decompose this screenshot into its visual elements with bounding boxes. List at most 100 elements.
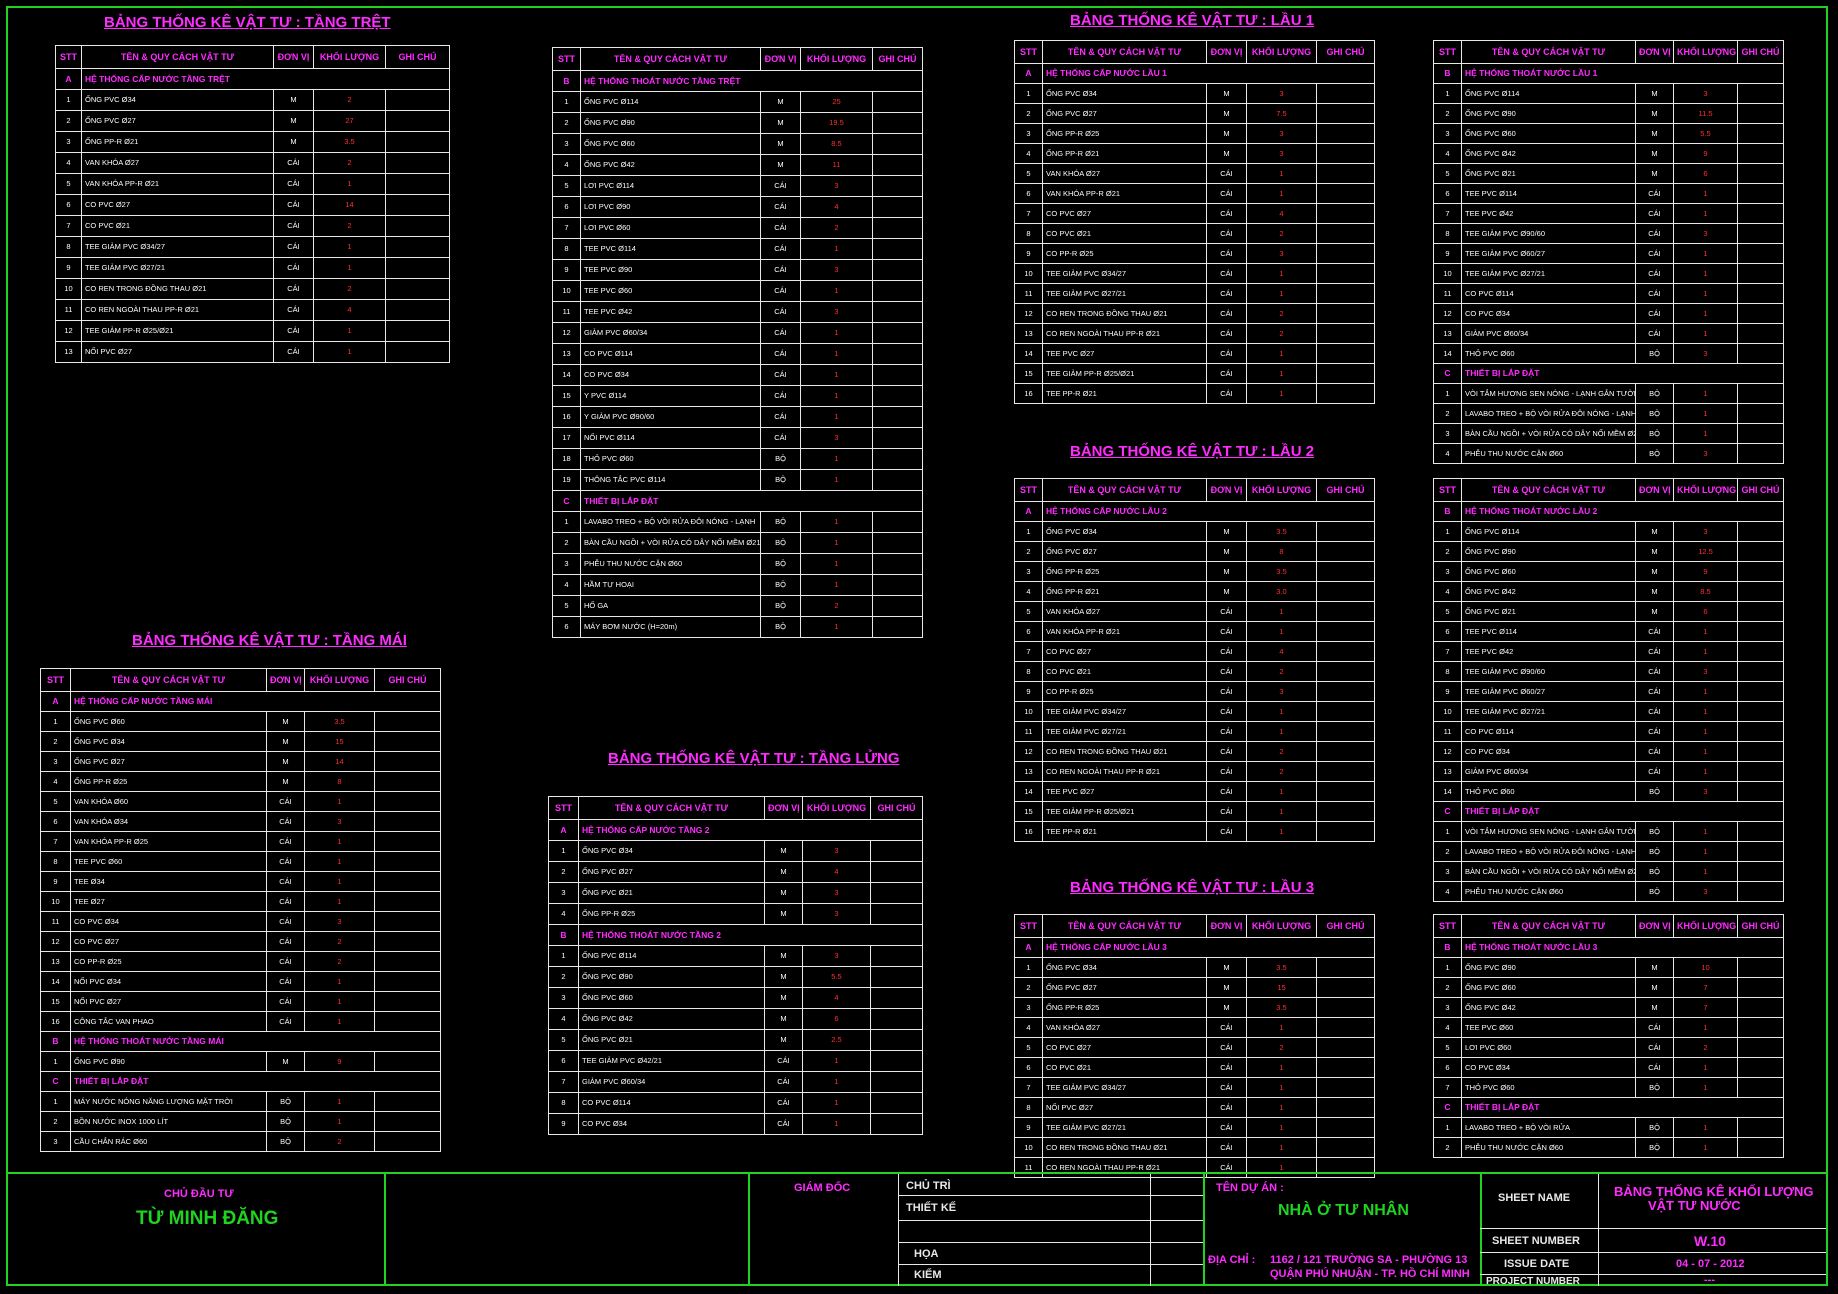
table-row: 10 CO REN TRONG ĐỒNG THAU Ø21 CÁI 2 — [55, 278, 450, 300]
qty-cell: 1 — [1673, 621, 1738, 642]
qty-cell: 2 — [1246, 223, 1317, 244]
note-cell — [1737, 123, 1784, 144]
item-name-cell: CO REN NGOÀI THAU PP-R Ø21 — [1042, 323, 1207, 344]
section-title: HỆ THỐNG THOÁT NƯỚC LẦU 1 — [1461, 63, 1784, 84]
unit-cell: CÁI — [1635, 721, 1674, 742]
section-row: B HỆ THỐNG THOÁT NƯỚC LẦU 3 — [1433, 937, 1784, 958]
stt-cell: 2 — [1433, 1137, 1462, 1158]
item-name-cell: ỐNG PVC Ø42 — [580, 154, 761, 176]
note-cell — [870, 840, 923, 862]
stt-cell: 2 — [1014, 977, 1043, 998]
unit-cell: M — [1206, 521, 1247, 542]
stt-cell: 2 — [552, 532, 581, 554]
table-row: 3 ỐNG PVC Ø42 M 7 — [1433, 997, 1784, 1018]
qty-cell: 1 — [800, 385, 873, 407]
stt-cell: 1 — [548, 840, 579, 862]
item-name-cell: ỐNG PVC Ø90 — [1461, 541, 1636, 562]
stt-cell: 1 — [40, 711, 71, 732]
stt-cell: 10 — [1014, 1137, 1043, 1158]
section-title: HỆ THỐNG CẤP NƯỚC LẦU 3 — [1042, 937, 1375, 958]
note-cell — [872, 553, 923, 575]
qty-cell: 1 — [1673, 841, 1738, 862]
item-name-cell: ỐNG PP-R Ø25 — [1042, 997, 1207, 1018]
stt-cell: B — [40, 1031, 71, 1052]
qty-cell: 1 — [304, 791, 375, 812]
note-cell — [1316, 243, 1375, 264]
table-row: 8 TEE GIẢM PVC Ø90/60 CÁI 3 — [1433, 223, 1784, 244]
qty-cell: 1 — [1246, 601, 1317, 622]
table-row: 4 PHỄU THU NƯỚC CẶN Ø60 BỘ 3 — [1433, 443, 1784, 464]
qty-cell: 15 — [304, 731, 375, 752]
table-row: 16 Y GIẢM PVC Ø90/60 CÁI 1 — [552, 406, 923, 428]
item-name-cell: ỐNG PVC Ø27 — [1042, 103, 1207, 124]
note-cell — [385, 320, 450, 342]
qty-cell: 1 — [802, 1113, 871, 1135]
stt-cell: A — [40, 691, 71, 712]
stt-cell: 8 — [55, 236, 82, 258]
qty-cell: 1 — [1246, 1077, 1317, 1098]
stt-cell: 6 — [1433, 621, 1462, 642]
stt-cell: 13 — [1433, 761, 1462, 782]
section-row: A HỆ THỐNG CẤP NƯỚC LẦU 3 — [1014, 937, 1375, 958]
note-cell — [385, 236, 450, 258]
note-header: GHI CHÚ — [1737, 914, 1784, 938]
qty-cell: 1 — [313, 236, 386, 258]
unit-cell: CÁI — [273, 257, 314, 279]
title-tang-mai: BẢNG THỐNG KÊ VẬT TƯ : TẦNG MÁI — [132, 632, 407, 649]
note-cell — [1316, 283, 1375, 304]
note-cell — [1737, 977, 1784, 998]
unit-cell: M — [1635, 997, 1674, 1018]
table-header-row: STT TÊN & QUY CÁCH VẬT TƯ ĐƠN VỊ KHỐI LƯỢNG… — [1014, 914, 1375, 938]
issue-date-label: ISSUE DATE — [1504, 1258, 1570, 1270]
table-row: 9 CO PP-R Ø25 CÁI 3 — [1014, 243, 1375, 264]
qty-cell: 1 — [1673, 1017, 1738, 1038]
name-header: TÊN & QUY CÁCH VẬT TƯ — [1461, 914, 1636, 938]
note-cell — [1316, 997, 1375, 1018]
stt-cell: 12 — [1014, 303, 1043, 324]
stt-cell: 1 — [1433, 521, 1462, 542]
qty-cell: 8 — [304, 771, 375, 792]
unit-cell: M — [764, 882, 803, 904]
table-row: 3 ỐNG PVC Ø60 M 5.5 — [1433, 123, 1784, 144]
unit-cell: BỘ — [266, 1091, 305, 1112]
item-name-cell: TEE GIẢM PVC Ø27/21 — [1461, 701, 1636, 722]
unit-cell: BỘ — [760, 532, 801, 554]
qty-cell: 15 — [1246, 977, 1317, 998]
note-cell — [374, 991, 441, 1012]
table-row: 8 TEE PVC Ø60 CÁI 1 — [40, 851, 441, 872]
note-cell — [1737, 861, 1784, 882]
stt-cell: 4 — [1014, 143, 1043, 164]
qty-cell: 14 — [304, 751, 375, 772]
unit-header: ĐƠN VỊ — [1206, 40, 1247, 64]
unit-cell: CÁI — [1206, 163, 1247, 184]
qty-cell: 2 — [313, 278, 386, 300]
note-cell — [1737, 641, 1784, 662]
note-cell — [870, 1092, 923, 1114]
table-row: 8 TEE GIẢM PVC Ø34/27 CÁI 1 — [55, 236, 450, 258]
stt-cell: 11 — [1433, 721, 1462, 742]
item-name-cell: THỎ PVC Ø60 — [1461, 1077, 1636, 1098]
stt-cell: 1 — [55, 89, 82, 111]
qty-cell: 3.5 — [1246, 561, 1317, 582]
table-row: 5 ỐNG PVC Ø21 M 6 — [1433, 163, 1784, 184]
stt-cell: 10 — [1433, 263, 1462, 284]
stt-cell: 5 — [1433, 163, 1462, 184]
stt-cell: 2 — [1014, 103, 1043, 124]
unit-cell: CÁI — [1206, 323, 1247, 344]
item-name-cell: LAVABO TREO + BỘ VÒI RỬA ĐÔI NÓNG - LẠNH — [1461, 841, 1636, 862]
note-cell — [385, 194, 450, 216]
qty-cell: 3 — [1673, 521, 1738, 542]
note-cell — [1737, 443, 1784, 464]
table-row: 4 HẦM TỰ HOẠI BỘ 1 — [552, 574, 923, 596]
table-row: 2 ỐNG PVC Ø27 M 15 — [1014, 977, 1375, 998]
qty-cell: 7 — [1673, 997, 1738, 1018]
stt-cell: 2 — [552, 112, 581, 134]
note-cell — [385, 215, 450, 237]
stt-header: STT — [1014, 40, 1043, 64]
qty-cell: 2 — [1246, 741, 1317, 762]
unit-cell: CÁI — [1206, 1117, 1247, 1138]
note-cell — [872, 574, 923, 596]
note-cell — [374, 871, 441, 892]
qty-cell: 1 — [1673, 1057, 1738, 1078]
note-cell — [1737, 1017, 1784, 1038]
